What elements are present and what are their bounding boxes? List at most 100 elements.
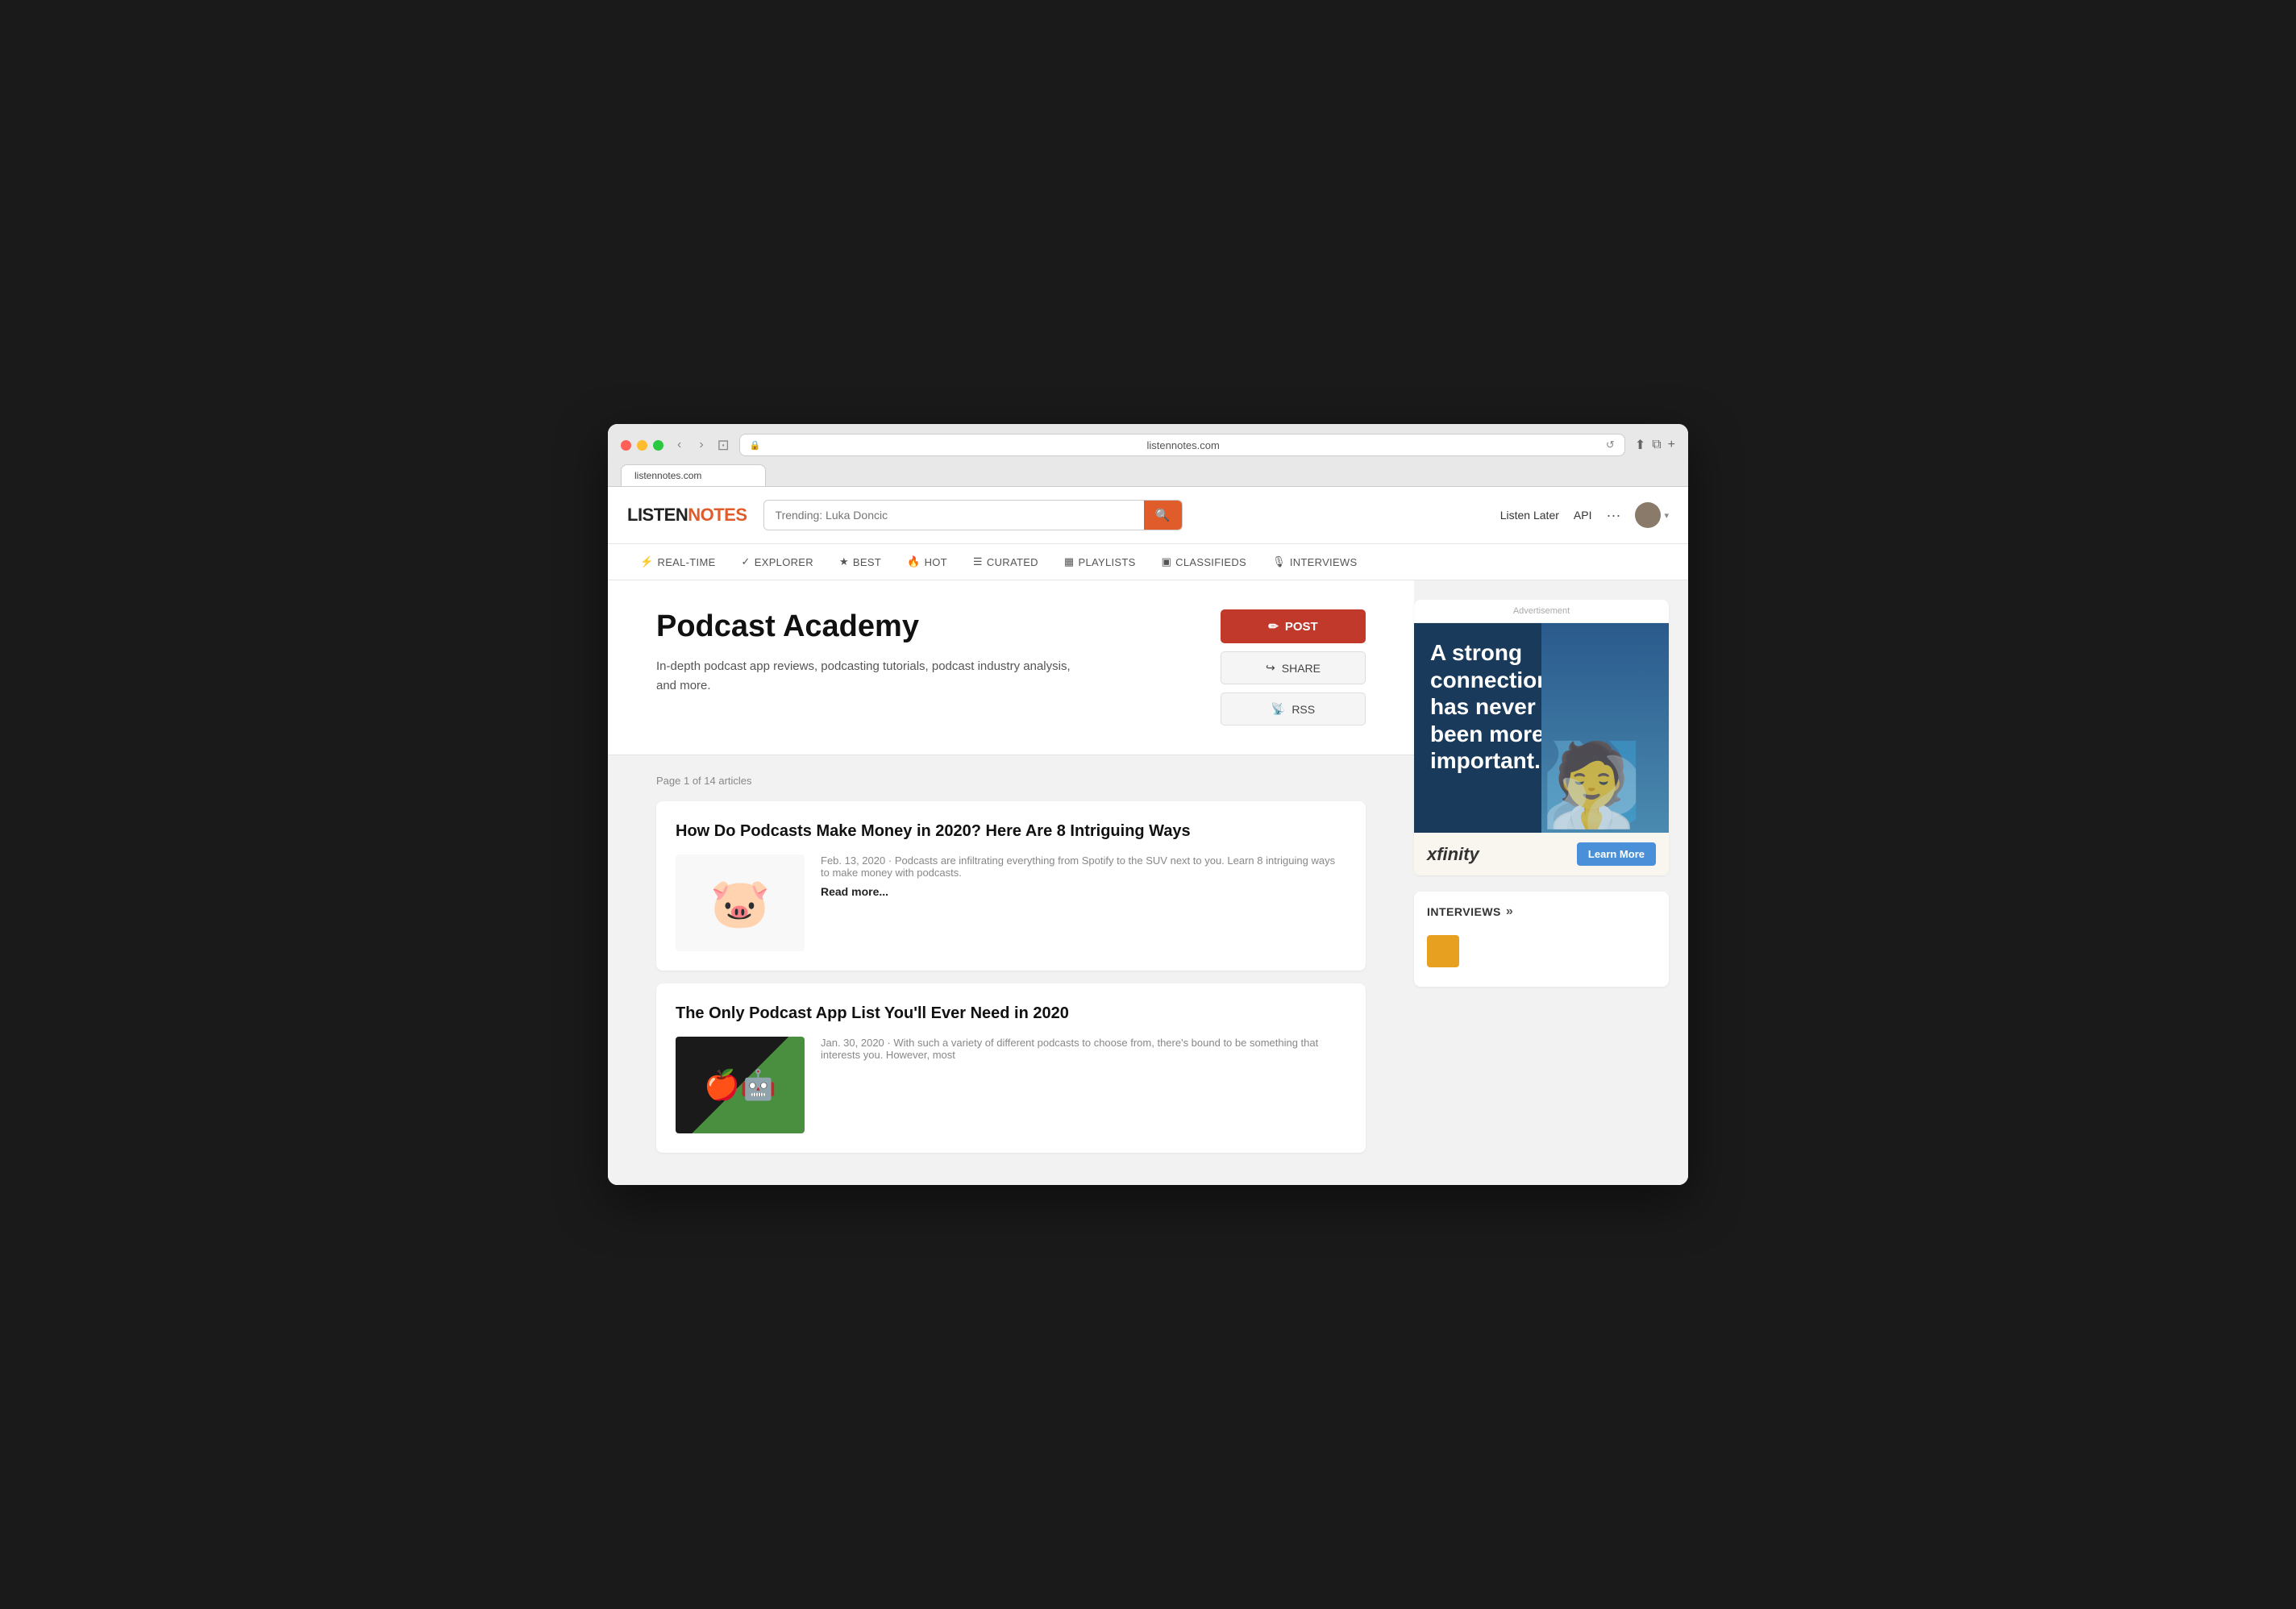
article-2-excerpt-text: With such a variety of different podcast… — [821, 1037, 1318, 1061]
tab-management-icon[interactable]: ⧉ — [1652, 438, 1661, 452]
main-layout: Podcast Academy In-depth podcast app rev… — [608, 580, 1688, 1185]
refresh-icon[interactable]: ↺ — [1606, 439, 1615, 451]
nav-curated-label: CURATED — [987, 556, 1038, 568]
user-avatar — [1635, 502, 1661, 528]
nav-explorer[interactable]: ✓ EXPLORER — [729, 544, 826, 580]
more-options-button[interactable]: ··· — [1606, 507, 1620, 524]
nav-playlists[interactable]: ▦ PLAYLISTS — [1051, 544, 1149, 580]
share-icon: ↪ — [1266, 661, 1275, 675]
search-button[interactable]: 🔍 — [1144, 501, 1182, 530]
nav-best-label: BEST — [853, 556, 881, 568]
sidebar: Advertisement i ✕ A strong connection ha… — [1414, 580, 1688, 1185]
classifieds-icon: ▣ — [1162, 555, 1172, 568]
rss-button[interactable]: 📡 RSS — [1221, 692, 1366, 726]
nav-realtime[interactable]: ⚡ REAL-TIME — [627, 544, 729, 580]
nav-curated[interactable]: ☰ CURATED — [960, 544, 1051, 580]
person-silhouette: 🧖 — [1541, 738, 1642, 833]
tab-title: listennotes.com — [634, 470, 701, 481]
article-separator: · — [888, 854, 895, 867]
nav-classifieds[interactable]: ▣ CLASSIFIEDS — [1149, 544, 1259, 580]
articles-section: Page 1 of 14 articles How Do Podcasts Ma… — [608, 755, 1414, 1185]
interview-item-1[interactable] — [1427, 929, 1656, 974]
search-input[interactable] — [764, 501, 1144, 530]
interviews-header: INTERVIEWS » — [1427, 904, 1656, 919]
explorer-icon: ✓ — [742, 555, 751, 568]
realtime-icon: ⚡ — [640, 555, 654, 568]
back-button[interactable]: ‹ — [673, 436, 685, 454]
post-button[interactable]: ✏ POST — [1221, 609, 1366, 643]
article-date: Feb. 13, 2020 · Podcasts are infiltratin… — [821, 854, 1346, 879]
best-icon: ★ — [839, 555, 849, 568]
curated-icon: ☰ — [973, 555, 983, 568]
traffic-lights — [621, 440, 663, 451]
article-2-date-text: Jan. 30, 2020 — [821, 1037, 884, 1049]
logo-listen: LISTEN — [627, 505, 688, 525]
app-icons: 🍎🤖 — [704, 1068, 776, 1102]
ad-content: i ✕ A strong connection has never been m… — [1414, 623, 1669, 833]
listen-later-link[interactable]: Listen Later — [1500, 509, 1559, 522]
interview-thumbnail-1 — [1427, 935, 1459, 967]
share-label: SHARE — [1282, 662, 1321, 675]
ad-label: Advertisement — [1414, 600, 1669, 623]
article-2-date: Jan. 30, 2020 · With such a variety of d… — [821, 1037, 1346, 1061]
article-thumbnail: 🐷 — [676, 854, 805, 951]
ad-footer: xfinity Learn More — [1414, 833, 1669, 875]
page-title: Podcast Academy — [656, 609, 1188, 644]
lock-icon: 🔒 — [750, 440, 761, 451]
api-link[interactable]: API — [1574, 509, 1592, 522]
ad-cta-button[interactable]: Learn More — [1577, 842, 1656, 866]
browser-window: ‹ › ⊡ 🔒 listennotes.com ↺ ⬆ ⧉ + listenno… — [608, 424, 1688, 1185]
site-logo[interactable]: LISTENNOTES — [627, 505, 747, 526]
nav-interviews[interactable]: 🎙 INTERVIEWS — [1259, 544, 1370, 580]
minimize-button[interactable] — [637, 440, 647, 451]
article-card: How Do Podcasts Make Money in 2020? Here… — [656, 801, 1366, 971]
article-date-text: Feb. 13, 2020 — [821, 854, 885, 867]
hero-section: Podcast Academy In-depth podcast app rev… — [608, 580, 1414, 755]
nav-interviews-label: INTERVIEWS — [1290, 556, 1358, 568]
nav-classifieds-label: CLASSIFIEDS — [1175, 556, 1246, 568]
logo-notes: NOTES — [688, 505, 747, 525]
nav-hot-label: HOT — [925, 556, 947, 568]
read-more-link[interactable]: Read more... — [821, 885, 888, 898]
sidebar-toggle-button[interactable]: ⊡ — [718, 437, 730, 454]
active-tab[interactable]: listennotes.com — [621, 464, 766, 486]
interviews-section: INTERVIEWS » — [1414, 892, 1669, 987]
article-2-title[interactable]: The Only Podcast App List You'll Ever Ne… — [676, 1003, 1346, 1024]
edit-icon: ✏ — [1268, 619, 1279, 634]
advertisement-container: Advertisement i ✕ A strong connection ha… — [1414, 600, 1669, 875]
nav-playlists-label: PLAYLISTS — [1078, 556, 1135, 568]
nav-best[interactable]: ★ BEST — [826, 544, 894, 580]
site-nav: ⚡ REAL-TIME ✓ EXPLORER ★ BEST 🔥 HOT ☰ CU… — [608, 544, 1688, 580]
forward-button[interactable]: › — [695, 436, 707, 454]
user-avatar-wrapper[interactable]: ▾ — [1635, 502, 1669, 528]
hot-icon: 🔥 — [907, 555, 921, 568]
address-bar[interactable]: 🔒 listennotes.com ↺ — [739, 434, 1625, 456]
rss-icon: 📡 — [1271, 702, 1285, 716]
new-tab-button[interactable]: + — [1668, 438, 1675, 452]
interviews-more-icon[interactable]: » — [1506, 904, 1513, 919]
hero-actions: ✏ POST ↪ SHARE 📡 RSS — [1221, 609, 1366, 726]
url-display: listennotes.com — [765, 439, 1600, 451]
search-container: 🔍 — [763, 500, 1183, 530]
close-button[interactable] — [621, 440, 631, 451]
article-title[interactable]: How Do Podcasts Make Money in 2020? Here… — [676, 821, 1346, 842]
hero-description: In-depth podcast app reviews, podcasting… — [656, 657, 1075, 696]
maximize-button[interactable] — [653, 440, 663, 451]
article-2-text: Jan. 30, 2020 · With such a variety of d… — [821, 1037, 1346, 1133]
playlists-icon: ▦ — [1064, 555, 1075, 568]
post-label: POST — [1285, 620, 1318, 634]
nav-hot[interactable]: 🔥 HOT — [894, 544, 960, 580]
browser-chrome: ‹ › ⊡ 🔒 listennotes.com ↺ ⬆ ⧉ + listenno… — [608, 424, 1688, 487]
rss-label: RSS — [1292, 703, 1315, 716]
article-2-thumbnail: 🍎🤖 — [676, 1037, 805, 1133]
site-header: LISTENNOTES 🔍 Listen Later API ··· ▾ — [608, 487, 1688, 544]
header-right: Listen Later API ··· ▾ — [1500, 502, 1669, 528]
main-content: Podcast Academy In-depth podcast app rev… — [608, 580, 1414, 1185]
site-content: LISTENNOTES 🔍 Listen Later API ··· ▾ — [608, 487, 1688, 1185]
browser-tabs: listennotes.com — [621, 464, 1675, 486]
article-text: Feb. 13, 2020 · Podcasts are infiltratin… — [821, 854, 1346, 951]
share-button[interactable]: ↪ SHARE — [1221, 651, 1366, 684]
ad-image: 🧖 — [1541, 623, 1669, 833]
article-body: 🐷 Feb. 13, 2020 · Podcasts are infiltrat… — [676, 854, 1346, 951]
share-icon[interactable]: ⬆ — [1635, 437, 1645, 453]
